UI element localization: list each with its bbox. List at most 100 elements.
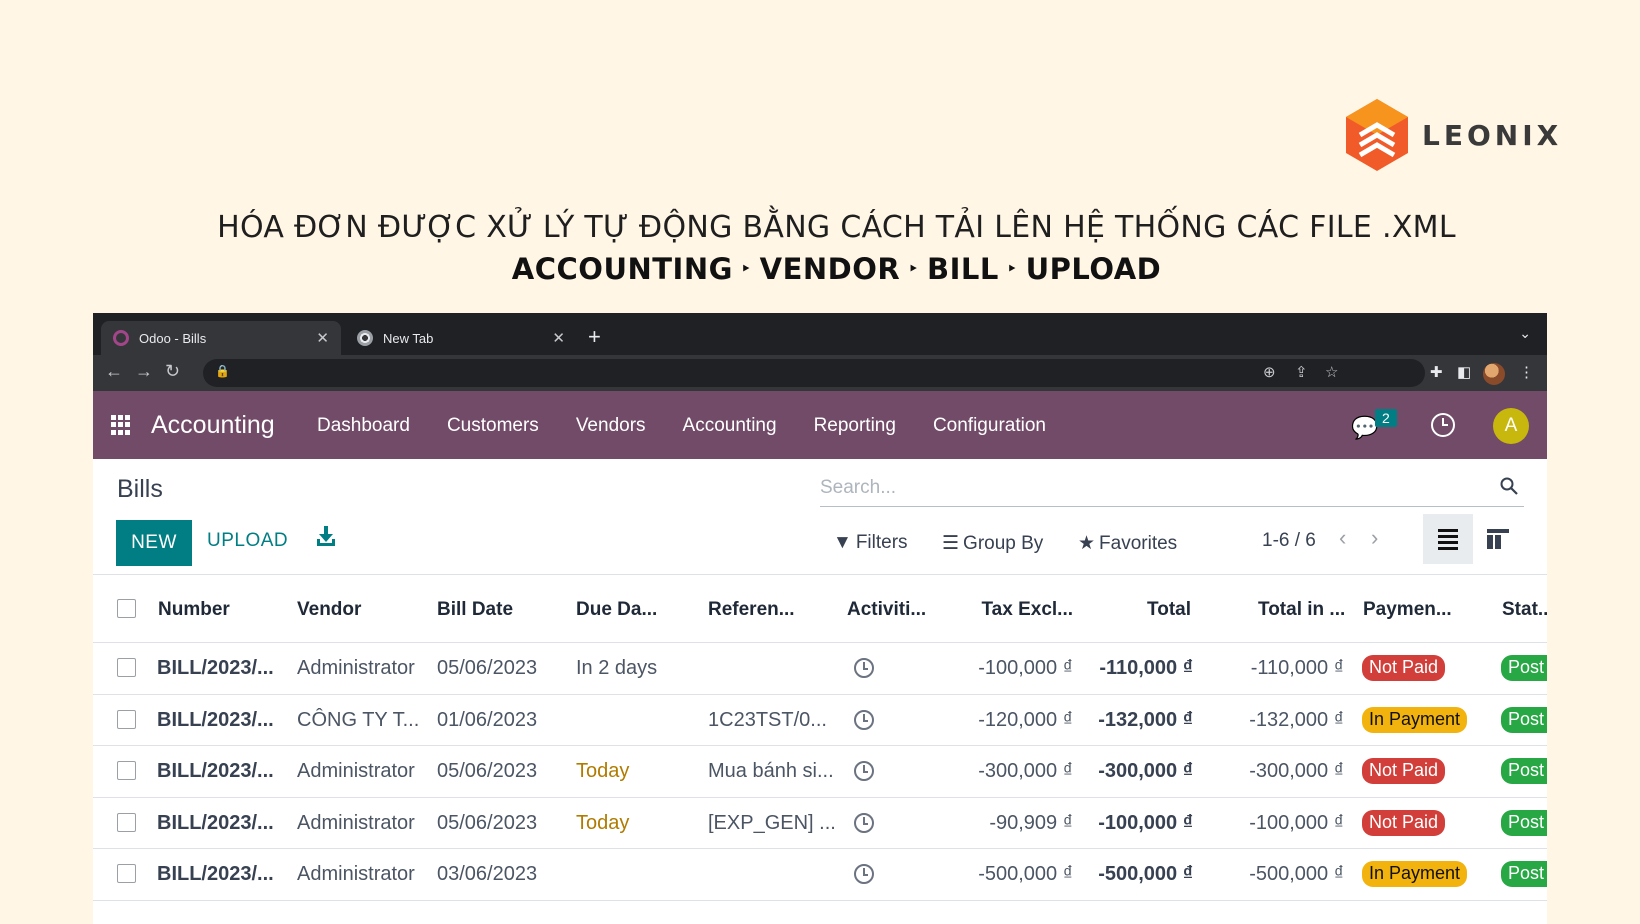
total-in-currency: -100,000 ₫ — [1249, 811, 1344, 834]
chevron-left-icon[interactable]: ‹ — [1339, 525, 1346, 551]
reference: [EXP_GEN] ... — [708, 811, 836, 834]
menu-dashboard[interactable]: Dashboard — [317, 415, 410, 437]
total-in-currency: -132,000 ₫ — [1249, 708, 1344, 731]
extensions-icon[interactable]: ✚ — [1430, 363, 1443, 381]
reload-icon[interactable]: ↻ — [165, 361, 180, 382]
forward-arrow-icon[interactable]: → — [135, 361, 153, 382]
table-row[interactable]: BILL/2023/... CÔNG TY T... 01/06/2023 1C23T… — [93, 695, 1547, 746]
select-all-checkbox[interactable] — [117, 599, 136, 618]
tax-excluded: -500,000 ₫ — [978, 863, 1073, 885]
column-header[interactable]: Tax Excl... — [933, 599, 1073, 621]
close-icon[interactable]: ✕ — [316, 329, 329, 347]
activity-clock-icon[interactable] — [854, 658, 874, 678]
chat-count-badge: 2 — [1375, 409, 1397, 427]
total-in-currency: -500,000 ₫ — [1249, 863, 1344, 885]
page-title: Bills — [117, 475, 163, 503]
tab-title: Odoo - Bills — [139, 330, 207, 346]
column-header[interactable]: Paymen... — [1363, 599, 1452, 621]
vendor-name: Administrator — [297, 811, 415, 834]
star-icon[interactable]: ☆ — [1325, 363, 1338, 381]
profile-avatar[interactable] — [1483, 363, 1505, 385]
menu-customers[interactable]: Customers — [447, 415, 539, 437]
tab-new-tab[interactable]: New Tab ✕ — [345, 321, 577, 355]
search-input[interactable] — [820, 473, 1480, 503]
status-badge: Post — [1501, 809, 1547, 836]
menu-configuration[interactable]: Configuration — [933, 415, 1046, 437]
path-separator: ‣ — [740, 258, 752, 278]
more-menu-icon[interactable]: ⋮ — [1519, 363, 1534, 381]
total-amount: -500,000 ₫ — [1098, 863, 1193, 885]
download-icon[interactable] — [315, 524, 337, 548]
status-badge: Post — [1501, 861, 1547, 887]
column-header[interactable]: Vendor — [297, 599, 361, 621]
tab-title: New Tab — [383, 330, 434, 346]
group-by-button[interactable]: ☰ Group By — [942, 532, 1043, 555]
user-avatar[interactable]: A — [1493, 408, 1529, 444]
total-amount: -132,000 ₫ — [1098, 708, 1193, 731]
group-by-label: Group By — [963, 533, 1044, 554]
reference: 1C23TST/0... — [708, 708, 827, 731]
row-checkbox[interactable] — [117, 864, 136, 883]
pager-value[interactable]: 1-6 / 6 — [1262, 530, 1316, 552]
chevron-down-icon[interactable]: ⌄ — [1519, 325, 1531, 342]
path-step: ACCOUNTING — [511, 252, 733, 286]
table-row[interactable]: BILL/2023/... Administrator 05/06/2023 Toda… — [93, 798, 1547, 849]
row-checkbox[interactable] — [117, 658, 136, 677]
total-in-currency: -110,000 ₫ — [1250, 657, 1344, 679]
path-step: VENDOR — [759, 252, 901, 286]
path-separator: ‣ — [1006, 258, 1018, 278]
share-icon[interactable]: ⇪ — [1295, 363, 1308, 381]
row-checkbox[interactable] — [117, 812, 136, 832]
activity-clock-icon[interactable] — [854, 812, 874, 833]
activity-clock-icon[interactable] — [854, 709, 874, 730]
activity-clock-icon[interactable] — [1431, 413, 1455, 437]
column-header[interactable]: Number — [158, 599, 230, 621]
column-header[interactable]: Total — [1073, 599, 1191, 621]
activity-clock-icon[interactable] — [854, 864, 874, 884]
row-checkbox[interactable] — [117, 761, 136, 780]
path-step: UPLOAD — [1025, 252, 1162, 286]
close-icon[interactable]: ✕ — [552, 329, 565, 347]
filters-button[interactable]: ▼ Filters — [833, 532, 908, 554]
favorites-button[interactable]: ★ Favorites — [1078, 532, 1177, 555]
menu-accounting[interactable]: Accounting — [683, 415, 777, 437]
lock-icon: 🔒 — [215, 364, 230, 378]
column-header[interactable]: Referen... — [708, 599, 795, 621]
zoom-icon[interactable]: ⊕ — [1263, 363, 1276, 381]
table-row[interactable]: BILL/2023/... Administrator 03/06/2023 -500… — [93, 849, 1547, 901]
column-header[interactable]: Activiti... — [847, 599, 926, 621]
app-name[interactable]: Accounting — [151, 411, 275, 440]
menu-reporting[interactable]: Reporting — [814, 415, 896, 437]
column-header[interactable]: Due Da... — [576, 599, 657, 621]
kanban-view-icon[interactable] — [1487, 529, 1509, 549]
apps-grid-icon[interactable] — [111, 415, 131, 435]
side-panel-icon[interactable]: ◧ — [1457, 363, 1471, 381]
reference: Mua bánh si... — [708, 760, 834, 782]
row-checkbox[interactable] — [117, 709, 136, 729]
tax-excluded: -100,000 ₫ — [978, 657, 1073, 679]
table-row[interactable]: BILL/2023/... Administrator 05/06/2023 In 2… — [93, 643, 1547, 695]
chrome-icon — [357, 330, 373, 346]
brand-name: LEONIX — [1422, 118, 1563, 152]
path-separator: ‣ — [908, 258, 919, 278]
payment-status-badge: In Payment — [1362, 861, 1468, 887]
back-arrow-icon[interactable]: ← — [105, 361, 123, 382]
column-header[interactable]: Total in ... — [1258, 599, 1345, 621]
column-header[interactable]: Stat... — [1502, 599, 1547, 621]
new-button[interactable]: NEW — [116, 520, 192, 566]
column-header[interactable]: Bill Date — [437, 599, 513, 621]
address-bar[interactable]: 🔒 ⊕ ⇪ ☆ — [203, 359, 1425, 387]
activity-clock-icon[interactable] — [854, 761, 874, 781]
odoo-navbar: Accounting Dashboard Customers Vendors A… — [93, 391, 1547, 459]
tab-odoo-bills[interactable]: Odoo - Bills ✕ — [101, 321, 341, 355]
table-row[interactable]: BILL/2023/... Administrator 05/06/2023 Toda… — [93, 746, 1547, 798]
upload-button[interactable]: UPLOAD — [207, 530, 288, 552]
menu-vendors[interactable]: Vendors — [576, 415, 646, 437]
brand-logo: LEONIX — [1344, 97, 1562, 173]
list-view-button[interactable] — [1423, 514, 1473, 564]
total-amount: -100,000 ₫ — [1098, 811, 1193, 834]
chevron-right-icon[interactable]: › — [1371, 525, 1378, 551]
new-tab-button[interactable]: + — [588, 324, 601, 350]
search-icon[interactable] — [1500, 477, 1518, 495]
status-badge: Post — [1501, 758, 1547, 784]
